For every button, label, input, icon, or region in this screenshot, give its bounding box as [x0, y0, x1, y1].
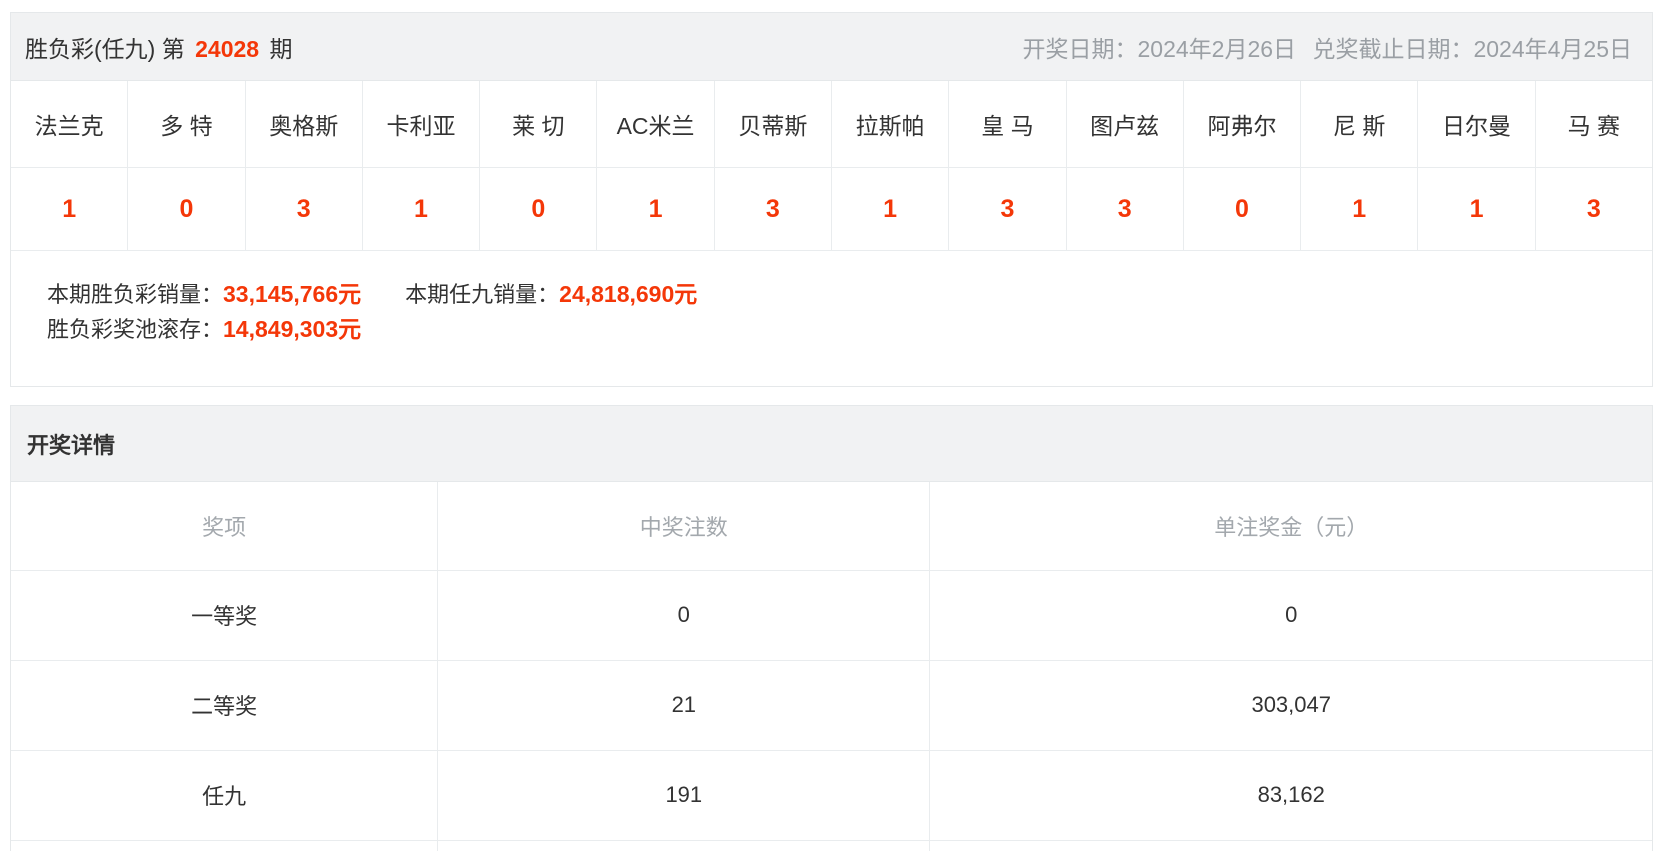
result-cell: 3	[948, 168, 1065, 250]
winner-count: 191	[438, 750, 930, 840]
r9-sales-label: 本期任九销量：	[405, 282, 559, 307]
results-row: 1 0 3 1 0 1 3 1 3 3 0 1 1 3	[11, 167, 1652, 250]
prize-table: 奖项 中奖注数 单注奖金（元） 一等奖 0 0 二等奖 21 303,047 任…	[11, 482, 1652, 851]
sales-summary: 本期胜负彩销量：33,145,766元 本期任九销量：24,818,690元 胜负…	[11, 250, 1652, 386]
table-row-clipped	[11, 840, 1652, 851]
col-header-prize-amount: 单注奖金（元）	[930, 482, 1652, 570]
issue-panel: 胜负彩(任九) 第 24028 期 开奖日期：2024年2月26日 兑奖截止日期…	[10, 12, 1653, 387]
prize-details-title: 开奖详情	[11, 406, 1652, 482]
result-cell: 3	[245, 168, 362, 250]
team-cell: 图卢兹	[1066, 81, 1183, 167]
team-cell: AC米兰	[596, 81, 713, 167]
team-cell: 卡利亚	[362, 81, 479, 167]
sfc-sales-label: 本期胜负彩销量：	[47, 282, 223, 307]
issue-title-prefix: 胜负彩(任九) 第	[25, 36, 185, 62]
pool-label: 胜负彩奖池滚存：	[47, 317, 223, 342]
prize-amount: 303,047	[930, 660, 1652, 750]
prize-details-panel: 开奖详情 奖项 中奖注数 单注奖金（元） 一等奖 0 0 二等奖 21 303,…	[10, 405, 1653, 851]
table-row: 一等奖 0 0	[11, 570, 1652, 660]
team-cell: 日尔曼	[1417, 81, 1534, 167]
result-cell: 3	[714, 168, 831, 250]
result-cell: 1	[831, 168, 948, 250]
prize-amount: 83,162	[930, 750, 1652, 840]
result-cell: 3	[1066, 168, 1183, 250]
issue-title: 胜负彩(任九) 第 24028 期	[25, 30, 292, 64]
prize-level	[11, 840, 438, 851]
team-cell: 多 特	[127, 81, 244, 167]
sales-line-2: 胜负彩奖池滚存：14,849,303元	[47, 312, 1652, 347]
team-cell: 法兰克	[11, 81, 127, 167]
sfc-sales-value: 33,145,766元	[223, 281, 361, 307]
sales-line-1: 本期胜负彩销量：33,145,766元 本期任九销量：24,818,690元	[47, 277, 1652, 312]
issue-number: 24028	[191, 36, 263, 62]
team-cell: 贝蒂斯	[714, 81, 831, 167]
result-cell: 1	[1417, 168, 1534, 250]
prize-level: 一等奖	[11, 570, 438, 660]
r9-sales-value: 24,818,690元	[559, 281, 697, 307]
prize-amount	[930, 840, 1652, 851]
result-cell: 0	[127, 168, 244, 250]
table-row: 任九 191 83,162	[11, 750, 1652, 840]
table-row: 二等奖 21 303,047	[11, 660, 1652, 750]
redeem-deadline: 兑奖截止日期：2024年4月25日	[1312, 36, 1632, 62]
result-cell: 3	[1535, 168, 1652, 250]
winner-count: 0	[438, 570, 930, 660]
team-cell: 拉斯帕	[831, 81, 948, 167]
result-cell: 0	[1183, 168, 1300, 250]
result-cell: 1	[596, 168, 713, 250]
issue-dates: 开奖日期：2024年2月26日 兑奖截止日期：2024年4月25日	[1013, 30, 1632, 64]
issue-header-bar: 胜负彩(任九) 第 24028 期 开奖日期：2024年2月26日 兑奖截止日期…	[11, 13, 1652, 81]
draw-date: 开奖日期：2024年2月26日	[1023, 36, 1297, 62]
team-cell: 莱 切	[479, 81, 596, 167]
col-header-winner-count: 中奖注数	[438, 482, 930, 570]
team-cell: 奥格斯	[245, 81, 362, 167]
result-cell: 1	[11, 168, 127, 250]
team-cell: 马 赛	[1535, 81, 1652, 167]
team-cell: 阿弗尔	[1183, 81, 1300, 167]
prize-level: 二等奖	[11, 660, 438, 750]
winner-count	[438, 840, 930, 851]
result-cell: 1	[362, 168, 479, 250]
result-cell: 1	[1300, 168, 1417, 250]
prize-level: 任九	[11, 750, 438, 840]
prize-amount: 0	[930, 570, 1652, 660]
issue-title-suffix: 期	[269, 36, 292, 62]
team-cell: 皇 马	[948, 81, 1065, 167]
winner-count: 21	[438, 660, 930, 750]
team-cell: 尼 斯	[1300, 81, 1417, 167]
result-cell: 0	[479, 168, 596, 250]
pool-value: 14,849,303元	[223, 316, 361, 342]
col-header-prize-level: 奖项	[11, 482, 438, 570]
teams-row: 法兰克 多 特 奥格斯 卡利亚 莱 切 AC米兰 贝蒂斯 拉斯帕 皇 马 图卢兹…	[11, 81, 1652, 167]
prize-table-header-row: 奖项 中奖注数 单注奖金（元）	[11, 482, 1652, 570]
